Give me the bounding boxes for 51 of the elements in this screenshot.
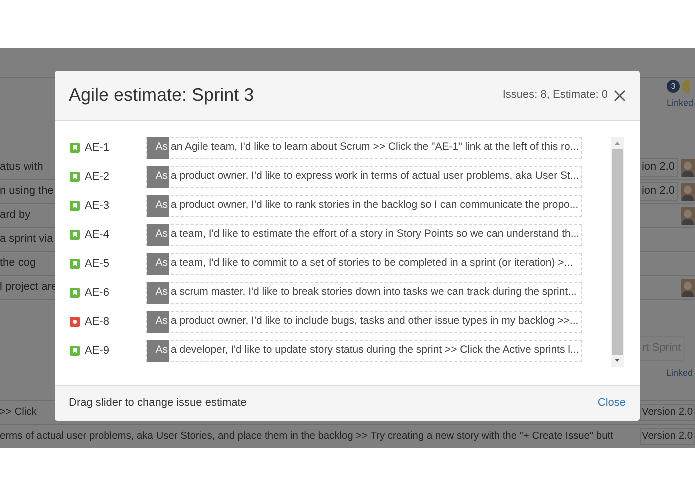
slider-handle[interactable]: As [147, 253, 169, 275]
dialog-title: Agile estimate: Sprint 3 [69, 84, 254, 107]
issue-key[interactable]: AE-6 [85, 284, 110, 302]
version-tag: Version 2.0 [640, 404, 695, 422]
issue-summary: a developer, I'd like to update story status during the sprint >> Click the Active sprints l... [170, 343, 580, 358]
issue-summary: a scrum master, I'd like to break stories down into tasks we can track during the sprint... [170, 285, 577, 300]
bookmark-icon [70, 259, 80, 269]
issue-summary: an Agile team, I'd like to learn about Scrum >> Click the "AE-1" link at the left of this ro... [170, 140, 580, 156]
issue-key[interactable]: AE-9 [85, 342, 110, 360]
close-icon[interactable] [614, 90, 626, 102]
slider-handle[interactable]: As [147, 137, 169, 159]
issue-summary: n using the [0, 184, 54, 200]
linked-label: Linked [667, 97, 694, 110]
issue-summary: ard by [0, 208, 31, 224]
slider-handle[interactable]: As [147, 311, 169, 333]
count-badge: 3 [667, 80, 680, 93]
issue-summary: a team, I'd like to estimate the effort of a story in Story Points so we can understand th... [170, 227, 580, 242]
issue-summary: the cog [0, 256, 36, 272]
issue-summary: a product owner, I'd like to rank stories in the backlog so I can communicate the propo... [170, 198, 579, 214]
issue-summary: a product owner, I'd like to include bugs, tasks and other issue types in my backlog >>... [170, 314, 579, 330]
issue-key[interactable]: AE-8 [85, 314, 110, 330]
slider-handle[interactable]: As [147, 340, 169, 362]
slider-handle[interactable]: As [147, 166, 169, 188]
issue-key[interactable]: AE-4 [85, 226, 110, 244]
count-badge [682, 80, 690, 93]
bug-icon [70, 317, 80, 327]
issue-summary: a team, I'd like to commit to a set of stories to be completed in a sprint (or iteration) >... [170, 256, 574, 272]
hint-text: Drag slider to change issue estimate [69, 396, 247, 412]
issue-key[interactable]: AE-5 [85, 256, 110, 272]
slider-handle[interactable]: As [147, 282, 169, 304]
slider-handle[interactable]: As [147, 224, 169, 246]
bookmark-icon [70, 172, 80, 182]
issue-summary: a product owner, I'd like to express work in terms of actual user problems, aka User St... [170, 169, 580, 184]
issue-summary: atus with [0, 160, 44, 176]
estimate-summary: Issues: 8, Estimate: 0 [502, 88, 608, 104]
bookmark-icon [70, 288, 80, 298]
bookmark-icon [70, 201, 80, 211]
linked-label: Linked [666, 366, 693, 380]
bookmark-icon [70, 346, 80, 356]
slider-handle[interactable]: As [147, 195, 169, 217]
issue-key[interactable]: AE-3 [85, 198, 110, 214]
bookmark-icon [70, 230, 80, 240]
issue-key[interactable]: AE-1 [85, 140, 110, 156]
close-link[interactable]: Close [598, 395, 626, 412]
bookmark-icon [70, 143, 80, 153]
issue-summary: >> Click [0, 406, 37, 420]
version-tag: Version 2.0 [640, 428, 695, 446]
issue-summary: erms of actual user problems, aka User Stories, and place them in the backlog >> Try creating a new story with the "+ Create Issue" butt [0, 430, 614, 444]
issue-key[interactable]: AE-2 [85, 168, 110, 186]
issue-summary: a sprint via [0, 232, 54, 248]
scrollbar[interactable] [611, 137, 624, 367]
